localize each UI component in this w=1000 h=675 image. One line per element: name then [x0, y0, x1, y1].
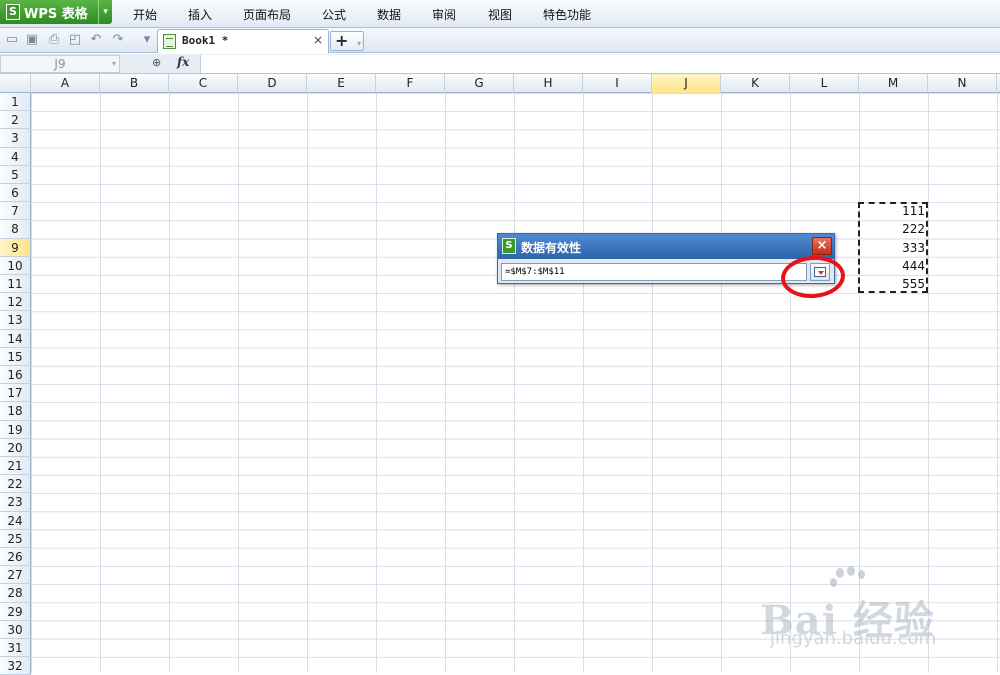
redo-icon[interactable]: ↷: [110, 32, 126, 48]
menu-formulas[interactable]: 公式: [322, 6, 346, 23]
row-header-12[interactable]: 12: [0, 293, 31, 312]
print-icon[interactable]: ⎙: [46, 32, 62, 48]
row-header-30[interactable]: 30: [0, 620, 31, 639]
dialog-title-bar[interactable]: S 数据有效性 ×: [498, 234, 834, 259]
row-header-11[interactable]: 11: [0, 275, 31, 294]
new-tab-button[interactable]: + ▾: [330, 31, 364, 51]
chevron-down-icon[interactable]: ▾: [357, 35, 361, 52]
column-header-l[interactable]: L: [790, 74, 859, 93]
row-header-24[interactable]: 24: [0, 511, 31, 530]
baidu-jingyan-watermark: Bai 经验 jingyan.baidu.com: [760, 566, 980, 663]
row-header-27[interactable]: 27: [0, 566, 31, 585]
column-header-n[interactable]: N: [928, 74, 997, 93]
range-reference-input[interactable]: =$M$7:$M$11: [501, 263, 807, 281]
row-header-15[interactable]: 15: [0, 347, 31, 366]
quick-access-toolbar: ▭ ▣ ⎙ ◰ ↶ ↷ ▾ Book1 * × + ▾: [0, 28, 1000, 53]
menu-bar: S WPS 表格 ▾ 开始 插入 页面布局 公式 数据 审阅 视图 特色功能: [0, 0, 1000, 28]
plus-icon: +: [335, 31, 349, 50]
column-header-d[interactable]: D: [238, 74, 307, 93]
column-header-i[interactable]: I: [583, 74, 652, 93]
tab-book1[interactable]: Book1 * ×: [157, 29, 329, 53]
select-all-corner[interactable]: [0, 74, 31, 93]
row-header-13[interactable]: 13: [0, 311, 31, 330]
row-header-21[interactable]: 21: [0, 457, 31, 476]
row-header-2[interactable]: 2: [0, 111, 31, 130]
column-header-b[interactable]: B: [100, 74, 169, 93]
row-header-31[interactable]: 31: [0, 639, 31, 658]
row-header-8[interactable]: 8: [0, 220, 31, 239]
wps-logo-icon: S: [6, 4, 20, 20]
print-preview-icon[interactable]: ◰: [67, 32, 83, 48]
close-icon[interactable]: ×: [812, 237, 832, 255]
wps-logo-icon: S: [502, 238, 516, 254]
copy-selection-marquee: [858, 202, 928, 294]
customize-icon[interactable]: ▾: [139, 32, 155, 48]
row-header-5[interactable]: 5: [0, 165, 31, 184]
row-header-20[interactable]: 20: [0, 438, 31, 457]
wps-app-button[interactable]: S WPS 表格 ▾: [0, 0, 112, 24]
undo-icon[interactable]: ↶: [88, 32, 104, 48]
column-header-h[interactable]: H: [514, 74, 583, 93]
row-header-19[interactable]: 19: [0, 420, 31, 439]
row-header-26[interactable]: 26: [0, 548, 31, 567]
formula-input[interactable]: [200, 55, 1000, 73]
column-header-c[interactable]: C: [169, 74, 238, 93]
menu-page-layout[interactable]: 页面布局: [243, 6, 291, 23]
column-header-a[interactable]: A: [31, 74, 100, 93]
menu-insert[interactable]: 插入: [188, 6, 212, 23]
save-icon[interactable]: ▣: [24, 32, 40, 48]
menu-review[interactable]: 审阅: [432, 6, 456, 23]
formula-bar: J9 ▾ ⊕ fx: [0, 54, 1000, 74]
menu-special-features[interactable]: 特色功能: [543, 6, 591, 23]
doc-tab-label: Book1 *: [182, 34, 229, 47]
row-header-22[interactable]: 22: [0, 475, 31, 494]
column-header-f[interactable]: F: [376, 74, 445, 93]
dialog-title: 数据有效性: [521, 241, 582, 255]
close-tab-icon[interactable]: ×: [313, 33, 323, 47]
chevron-down-icon[interactable]: ▾: [112, 56, 116, 72]
row-header-7[interactable]: 7: [0, 202, 31, 221]
row-header-3[interactable]: 3: [0, 129, 31, 148]
menu-view[interactable]: 视图: [488, 6, 512, 23]
chevron-down-icon[interactable]: ▾: [98, 0, 112, 24]
zoom-icon[interactable]: ⊕: [152, 56, 161, 69]
name-box[interactable]: J9 ▾: [0, 55, 120, 73]
column-header-m[interactable]: M: [859, 74, 928, 93]
column-header-e[interactable]: E: [307, 74, 376, 93]
row-header-23[interactable]: 23: [0, 493, 31, 512]
menu-home[interactable]: 开始: [133, 6, 157, 23]
row-header-29[interactable]: 29: [0, 602, 31, 621]
column-header-j[interactable]: J: [652, 74, 721, 93]
name-box-value: J9: [54, 57, 66, 71]
menu-data[interactable]: 数据: [377, 6, 401, 23]
column-headers: ABCDEFGHIJKLMN: [0, 74, 1000, 93]
row-header-25[interactable]: 25: [0, 529, 31, 548]
row-header-18[interactable]: 18: [0, 402, 31, 421]
insert-function-icon[interactable]: fx: [177, 55, 189, 69]
row-header-1[interactable]: 1: [0, 93, 31, 112]
row-header-10[interactable]: 10: [0, 256, 31, 275]
spreadsheet-doc-icon: [163, 34, 176, 49]
row-header-9[interactable]: 9: [0, 238, 31, 257]
row-header-32[interactable]: 32: [0, 657, 31, 675]
open-icon[interactable]: ▭: [4, 32, 20, 48]
row-header-4[interactable]: 4: [0, 147, 31, 166]
row-header-14[interactable]: 14: [0, 329, 31, 348]
column-header-k[interactable]: K: [721, 74, 790, 93]
row-header-6[interactable]: 6: [0, 184, 31, 203]
watermark-url: jingyan.baidu.com: [770, 628, 937, 649]
app-name: WPS 表格: [24, 6, 88, 22]
row-header-28[interactable]: 28: [0, 584, 31, 603]
row-header-16[interactable]: 16: [0, 366, 31, 385]
column-header-g[interactable]: G: [445, 74, 514, 93]
row-header-17[interactable]: 17: [0, 384, 31, 403]
